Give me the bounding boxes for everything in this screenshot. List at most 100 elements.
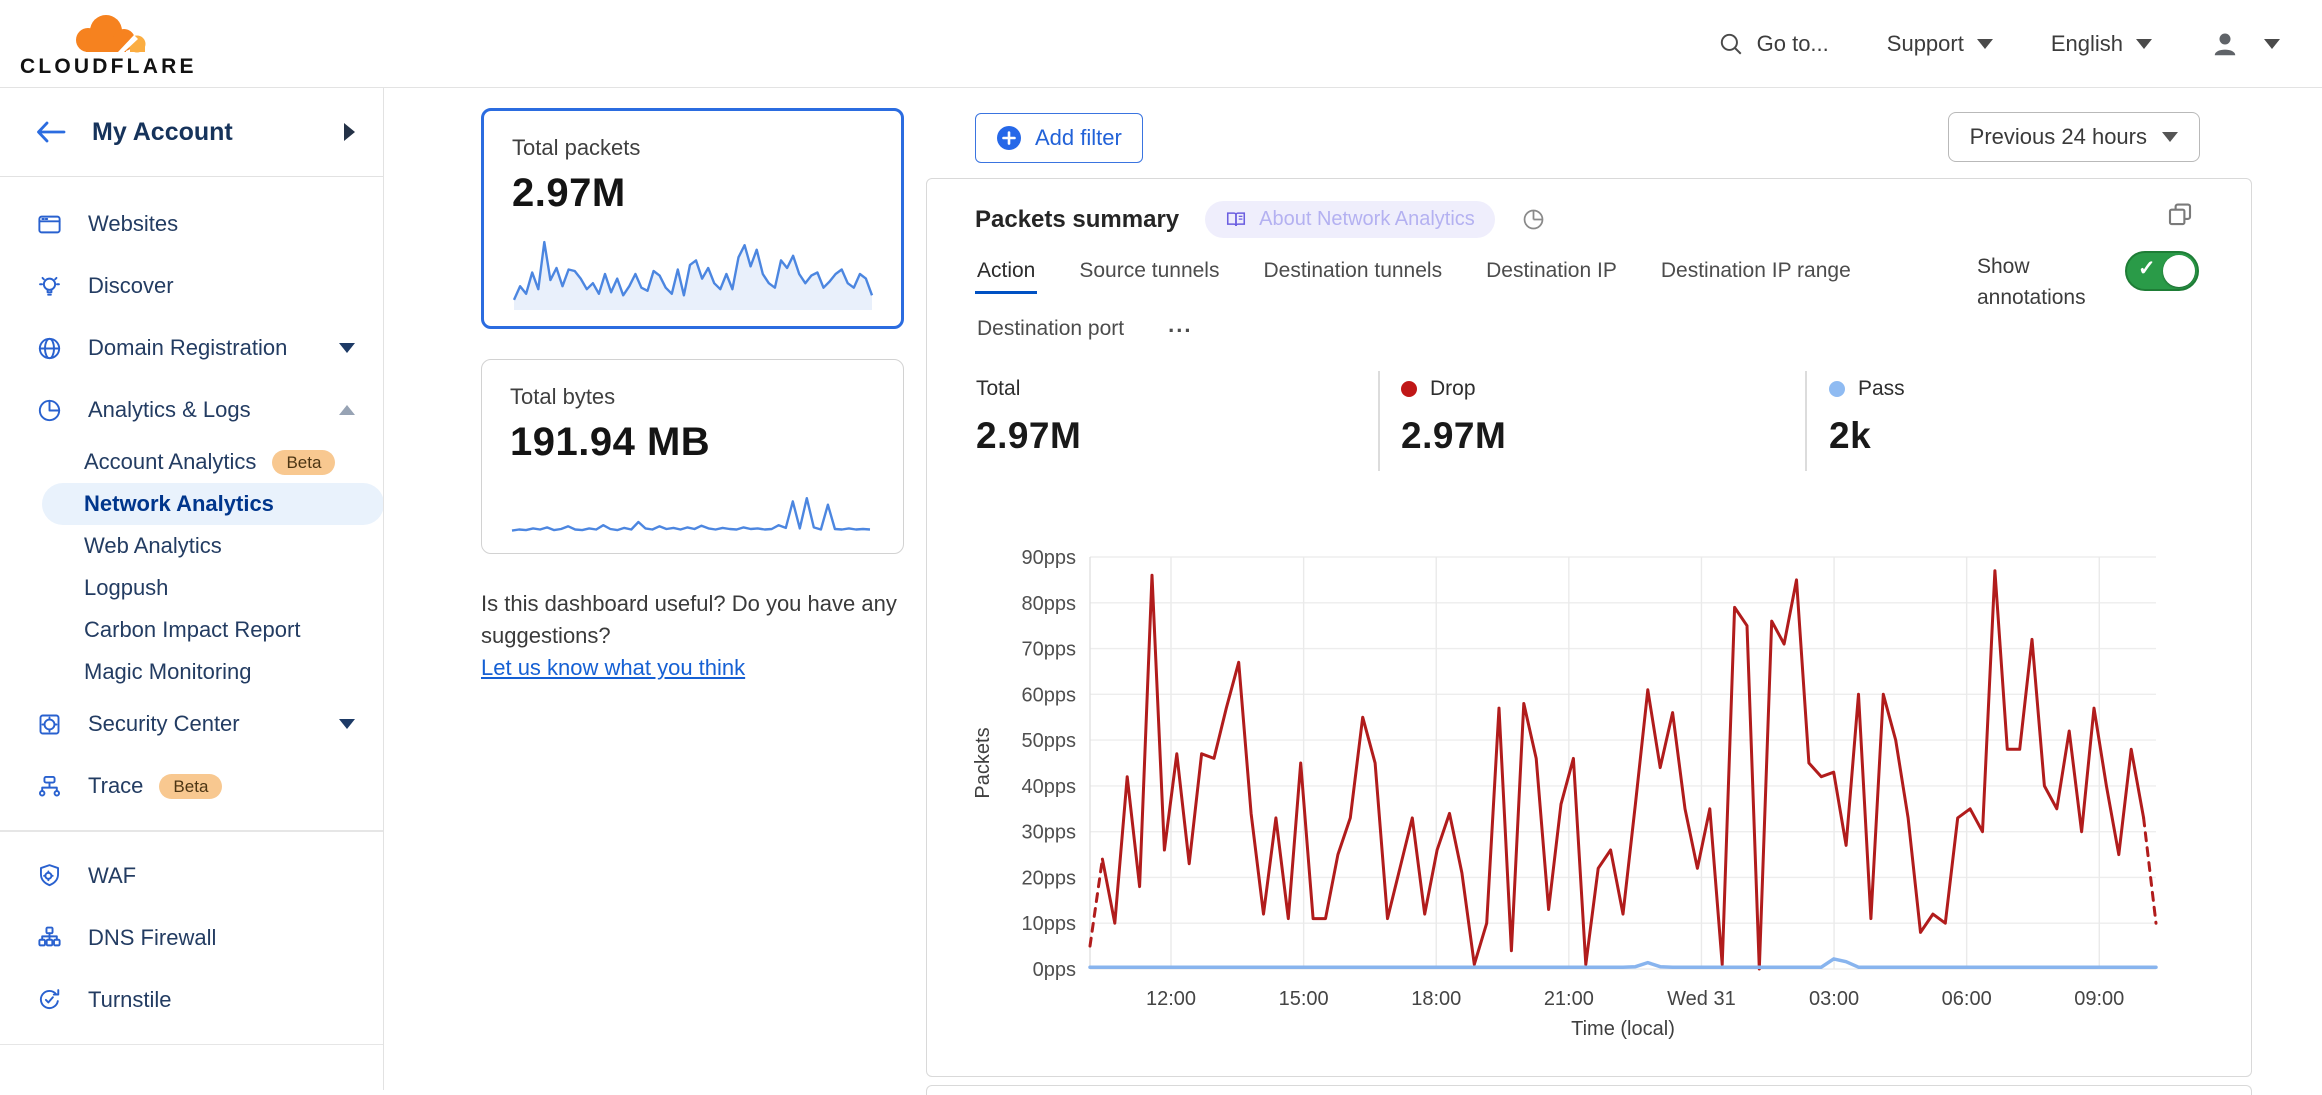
analytics-icon xyxy=(36,397,63,424)
language-label: English xyxy=(2051,31,2123,57)
x-tick-label: 15:00 xyxy=(1279,988,1329,1010)
y-tick-label: 10pps xyxy=(1022,913,1077,935)
user-menu[interactable] xyxy=(2210,29,2280,59)
main-content: Add filter Previous 24 hours Packets sum… xyxy=(926,88,2252,1090)
goto-label: Go to... xyxy=(1757,31,1829,57)
support-label: Support xyxy=(1887,31,1964,57)
chevron-down-icon xyxy=(1977,39,1993,49)
x-axis-title: Time (local) xyxy=(1571,1018,1675,1040)
partial-icon xyxy=(36,1076,63,1091)
sidebar-item-label: Account Analytics xyxy=(84,449,256,475)
time-range-dropdown[interactable]: Previous 24 hours xyxy=(1948,112,2200,162)
security-icon xyxy=(36,711,63,738)
sidebar-item-trace[interactable]: Trace Beta xyxy=(0,755,383,817)
user-icon xyxy=(2210,29,2240,59)
sidebar-nav: Websites Discover Domain RegistrationAnaly… xyxy=(0,177,383,1090)
partial-icon-wrap xyxy=(36,1076,63,1091)
turnstile-icon-wrap xyxy=(36,986,63,1013)
y-tick-label: 20pps xyxy=(1022,867,1077,889)
x-tick-label: 18:00 xyxy=(1411,988,1461,1010)
y-tick-label: 0pps xyxy=(1033,959,1076,981)
sidebar-item-label: Network Analytics xyxy=(84,491,274,517)
topbar: CLOUDFLARE Go to... Support English xyxy=(0,0,2322,88)
drop-series-line xyxy=(1102,571,2143,969)
cloudflare-logo[interactable]: CLOUDFLARE xyxy=(20,11,197,77)
chevron-right-icon[interactable] xyxy=(344,123,355,141)
add-filter-button[interactable]: Add filter xyxy=(975,113,1143,163)
pass-series-line xyxy=(1090,959,2156,967)
beta-badge: Beta xyxy=(159,774,222,799)
sidebar-item-network-analytics[interactable]: Network Analytics xyxy=(42,483,384,525)
sidebar-item-label: Discover xyxy=(88,273,174,299)
sidebar-item-partial[interactable] xyxy=(0,1058,383,1090)
sidebar-item-label: Websites xyxy=(88,211,178,237)
sidebar-item-label: WAF xyxy=(88,863,136,889)
trace-icon-wrap xyxy=(36,773,63,800)
x-tick-label: 21:00 xyxy=(1544,988,1594,1010)
y-tick-label: 60pps xyxy=(1022,684,1077,706)
chevron-down-icon xyxy=(2136,39,2152,49)
total-bytes-card[interactable]: Total bytes 191.94 MB xyxy=(481,359,904,554)
add-filter-label: Add filter xyxy=(1035,125,1122,151)
drop-series-line xyxy=(2144,818,2156,923)
x-tick-label: Wed 31 xyxy=(1667,988,1736,1010)
card-value: 2.97M xyxy=(512,171,873,216)
logo-text: CLOUDFLARE xyxy=(20,56,197,77)
plus-icon xyxy=(996,125,1022,151)
sidebar-item-turnstile[interactable]: Turnstile xyxy=(0,969,383,1031)
trace-icon xyxy=(36,773,63,800)
packets-summary-panel: Packets summary About Network Analytics xyxy=(926,178,2252,1077)
sidebar-item-account-analytics[interactable]: Account Analytics Beta xyxy=(0,441,383,483)
sidebar-divider xyxy=(0,1044,383,1046)
sidebar-item-magic-monitoring[interactable]: Magic Monitoring xyxy=(0,651,383,693)
drop-series-line xyxy=(1090,859,1102,946)
chevron-down-icon xyxy=(339,343,355,353)
sidebar-item-websites[interactable]: Websites xyxy=(0,193,383,255)
cloudflare-dashboard: CLOUDFLARE Go to... Support English xyxy=(0,0,2322,1090)
sidebar-item-domain-registration[interactable]: Domain Registration xyxy=(0,317,383,379)
sidebar-item-label: DNS Firewall xyxy=(88,925,216,951)
sidebar-item-label: Security Center xyxy=(88,711,240,737)
analytics-icon-wrap xyxy=(36,397,63,424)
card-label: Total bytes xyxy=(510,384,875,410)
feedback-question: Is this dashboard useful? Do you have an… xyxy=(481,588,904,652)
language-menu[interactable]: English xyxy=(2051,31,2152,57)
x-tick-label: 03:00 xyxy=(1809,988,1859,1010)
sidebar-item-analytics-logs[interactable]: Analytics & Logs xyxy=(0,379,383,441)
card-value: 191.94 MB xyxy=(510,420,875,465)
feedback-link[interactable]: Let us know what you think xyxy=(481,655,745,680)
y-tick-label: 80pps xyxy=(1022,593,1077,615)
sidebar-item-web-analytics[interactable]: Web Analytics xyxy=(0,525,383,567)
discover-icon-wrap xyxy=(36,273,63,300)
y-tick-label: 30pps xyxy=(1022,822,1077,844)
sidebar-account-title[interactable]: My Account xyxy=(92,118,320,147)
chevron-up-icon xyxy=(339,405,355,415)
total-packets-card[interactable]: Total packets 2.97M xyxy=(481,108,904,329)
search-icon xyxy=(1718,31,1744,57)
sidebar-item-logpush[interactable]: Logpush xyxy=(0,567,383,609)
sidebar-item-label: Trace xyxy=(88,773,143,799)
beta-badge: Beta xyxy=(272,450,335,475)
sidebar-item-carbon-impact-report[interactable]: Carbon Impact Report xyxy=(0,609,383,651)
sidebar-item-waf[interactable]: WAF xyxy=(0,845,383,907)
card-label: Total packets xyxy=(512,135,873,161)
sidebar: My Account Websites Discover Domain Regist… xyxy=(0,88,384,1090)
sidebar-item-label: Carbon Impact Report xyxy=(84,617,300,643)
support-menu[interactable]: Support xyxy=(1887,31,1993,57)
sidebar-item-security-center[interactable]: Security Center xyxy=(0,693,383,755)
packets-time-series-chart: 0pps10pps20pps30pps40pps50pps60pps70pps8… xyxy=(927,179,2250,1075)
sidebar-header: My Account xyxy=(0,88,383,177)
turnstile-icon xyxy=(36,986,63,1013)
sidebar-item-discover[interactable]: Discover xyxy=(0,255,383,317)
waf-icon xyxy=(36,862,63,889)
next-panel-top-edge xyxy=(926,1085,2252,1095)
goto-search[interactable]: Go to... xyxy=(1718,31,1829,57)
back-arrow-icon[interactable] xyxy=(34,119,68,145)
total-bytes-sparkline xyxy=(510,477,872,539)
sidebar-item-dns-firewall[interactable]: DNS Firewall xyxy=(0,907,383,969)
waf-icon-wrap xyxy=(36,862,63,889)
sidebar-item-label: Magic Monitoring xyxy=(84,659,252,685)
chevron-down-icon xyxy=(339,719,355,729)
dns-icon xyxy=(36,924,63,951)
x-tick-label: 09:00 xyxy=(2074,988,2124,1010)
